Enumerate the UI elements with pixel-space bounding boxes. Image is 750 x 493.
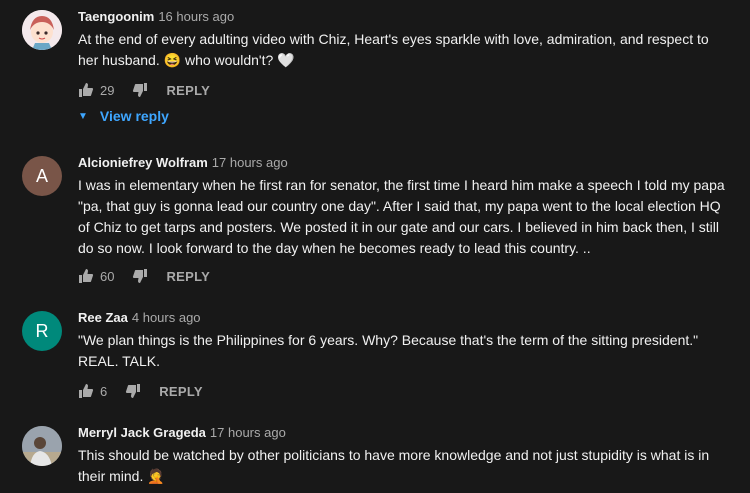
avatar[interactable]	[22, 426, 62, 466]
comment-author[interactable]: Taengoonim	[78, 9, 154, 24]
like-count: 6	[100, 383, 108, 399]
like-icon[interactable]	[78, 268, 94, 284]
laughing-emoji-icon: 😆	[163, 52, 182, 68]
avatar[interactable]	[22, 10, 62, 50]
comment-author[interactable]: Ree Zaa	[78, 310, 128, 325]
view-reply-button[interactable]: ▼ View reply	[78, 108, 169, 124]
avatar-photo-icon	[22, 426, 62, 466]
comment-time[interactable]: 17 hours ago	[210, 425, 286, 440]
comment-author[interactable]: Alcioniefrey Wolfram	[78, 155, 208, 170]
comment-time[interactable]: 17 hours ago	[212, 155, 288, 170]
like-icon[interactable]	[78, 82, 94, 98]
reply-button[interactable]: REPLY	[166, 83, 210, 98]
chevron-down-icon: ▼	[78, 110, 88, 122]
reply-button[interactable]: REPLY	[166, 269, 210, 284]
dislike-icon[interactable]	[132, 82, 148, 98]
avatar[interactable]: A	[22, 156, 62, 196]
avatar-illustration-icon	[22, 10, 62, 50]
comment-author[interactable]: Merryl Jack Grageda	[78, 425, 206, 440]
avatar[interactable]: R	[22, 311, 62, 351]
like-count: 29	[100, 82, 115, 98]
avatar-letter: A	[35, 165, 48, 186]
comment-text: "We plan things is the Philippines for 6…	[78, 332, 699, 369]
comment-text: At the end of every adulting video with …	[78, 29, 730, 71]
comment-time[interactable]: 4 hours ago	[132, 310, 201, 325]
avatar-letter: R	[35, 320, 49, 341]
comment-text: This should be watched by other politici…	[78, 445, 730, 487]
white-heart-emoji-icon: 🤍	[277, 52, 295, 68]
dislike-icon[interactable]	[132, 268, 148, 284]
comment-text: I was in elementary when he first ran fo…	[78, 177, 725, 256]
reply-button[interactable]: REPLY	[159, 384, 203, 399]
like-count: 60	[100, 268, 115, 284]
dislike-icon[interactable]	[125, 383, 141, 399]
like-icon[interactable]	[78, 383, 94, 399]
facepalm-emoji-icon: 🤦	[147, 468, 165, 484]
view-reply-label: View reply	[99, 108, 169, 124]
comment-time[interactable]: 16 hours ago	[158, 9, 234, 24]
